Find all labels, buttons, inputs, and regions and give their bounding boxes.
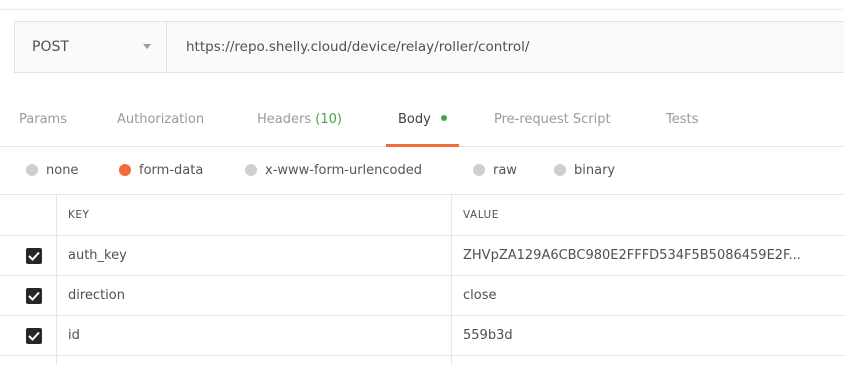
request-bar: POST https://repo.shelly.cloud/device/re… [14,21,844,73]
radio-none-label: none [46,162,79,178]
form-data-table: KEY VALUE auth_key ZHVpZA129A6CBC980E2FF… [0,194,844,365]
radio-raw[interactable]: raw [473,146,517,194]
tab-tests[interactable]: Tests [666,100,698,146]
radio-circle-icon [473,164,485,176]
header-check-cell [0,194,57,235]
table-row-new [0,356,844,365]
key-cell[interactable]: direction [57,276,452,315]
value-cell[interactable]: close [452,276,844,315]
check-icon [28,291,40,301]
radio-circle-selected-icon [119,164,131,176]
tab-tests-label: Tests [666,112,699,127]
tab-params-label: Params [19,112,67,127]
value-cell[interactable]: ZHVpZA129A6CBC980E2FFFD534F5B5086459E2F.… [452,236,844,275]
table-header-row: KEY VALUE [0,194,844,236]
radio-urlencoded-label: x-www-form-urlencoded [265,162,423,178]
tab-authorization-label: Authorization [117,112,205,127]
check-cell [0,356,57,365]
column-header-key: KEY [57,194,452,235]
tab-body[interactable]: Body [386,100,459,147]
key-cell[interactable]: auth_key [57,236,452,275]
body-type-options: none form-data x-www-form-urlencoded raw… [0,146,844,195]
url-input[interactable]: https://repo.shelly.cloud/device/relay/r… [167,22,844,72]
radio-form-data[interactable]: form-data [119,146,203,194]
radio-circle-icon [245,164,257,176]
request-tabs: Params Authorization Headers (10) Body P… [0,100,844,147]
tab-headers-label: Headers [257,112,312,127]
check-cell [0,236,57,275]
body-indicator-dot [440,115,447,121]
tab-body-label: Body [398,112,431,127]
new-value-cell[interactable] [452,356,844,365]
top-divider [0,9,844,10]
row-checkbox[interactable] [26,328,42,344]
radio-circle-icon [554,164,566,176]
row-checkbox[interactable] [26,288,42,304]
key-cell[interactable]: id [57,316,452,355]
radio-none[interactable]: none [26,146,78,194]
check-cell [0,276,57,315]
row-checkbox[interactable] [26,248,42,264]
radio-circle-icon [26,164,38,176]
radio-raw-label: raw [493,162,517,178]
chevron-down-icon [143,44,151,49]
radio-binary-label: binary [574,162,616,178]
headers-count-badge: (10) [315,112,342,127]
tab-headers[interactable]: Headers (10) [257,100,342,146]
method-select[interactable]: POST [15,22,167,72]
table-row: id 559b3d [0,316,844,356]
check-cell [0,316,57,355]
tab-pre-request-label: Pre-request Script [494,112,611,127]
table-row: auth_key ZHVpZA129A6CBC980E2FFFD534F5B50… [0,236,844,276]
method-label: POST [32,39,69,55]
column-header-value: VALUE [463,208,499,221]
table-row: direction close [0,276,844,316]
check-icon [28,331,40,341]
new-key-cell[interactable] [57,356,452,365]
tab-pre-request-script[interactable]: Pre-request Script [494,100,611,146]
tab-params[interactable]: Params [19,100,67,146]
check-icon [28,251,40,261]
radio-form-data-label: form-data [139,162,204,178]
radio-x-www-form-urlencoded[interactable]: x-www-form-urlencoded [245,146,422,194]
value-cell[interactable]: 559b3d [452,316,844,355]
radio-binary[interactable]: binary [554,146,615,194]
tab-authorization[interactable]: Authorization [117,100,204,146]
